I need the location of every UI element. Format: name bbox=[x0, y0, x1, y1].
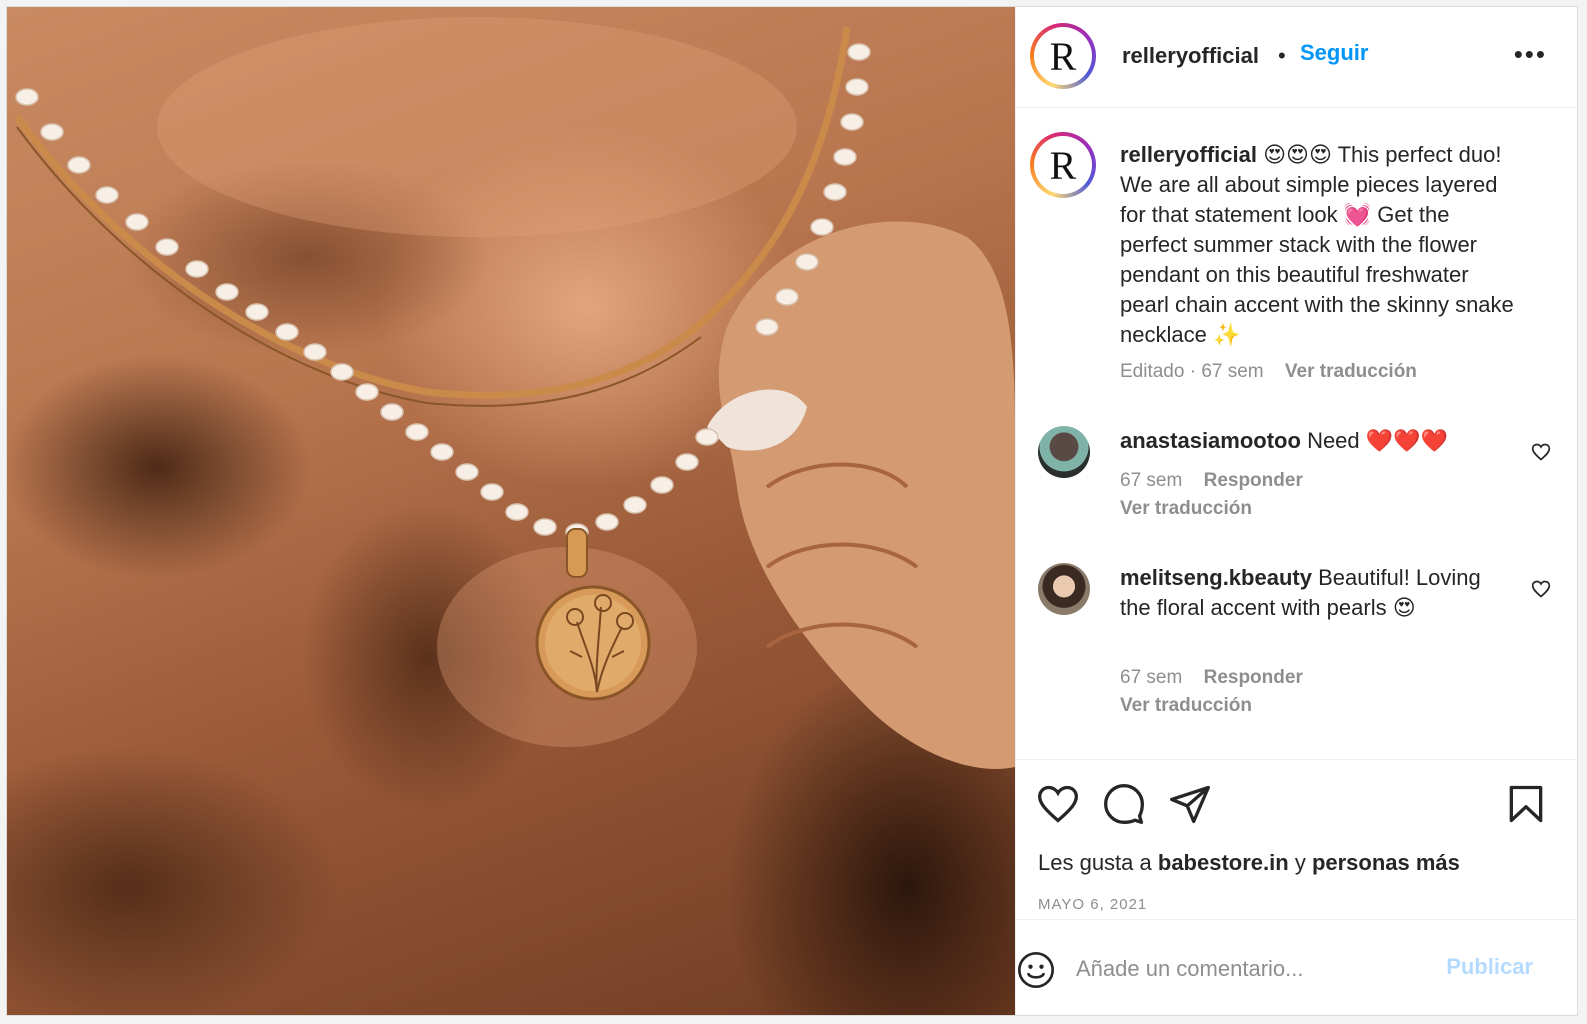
share-icon[interactable] bbox=[1168, 782, 1212, 826]
commenter-avatar[interactable] bbox=[1038, 563, 1090, 615]
follow-button[interactable]: Seguir bbox=[1300, 40, 1368, 66]
like-icon[interactable] bbox=[1036, 782, 1080, 826]
comment-like-icon[interactable] bbox=[1531, 442, 1551, 462]
publish-button[interactable]: Publicar bbox=[1446, 954, 1533, 980]
post-date[interactable]: MAYO 6, 2021 bbox=[1038, 896, 1147, 913]
caption-avatar[interactable]: R bbox=[1030, 132, 1096, 198]
comment-text-block: anastasiamootoo Need ❤️❤️❤️ bbox=[1120, 426, 1510, 456]
likes-prefix: Les gusta a bbox=[1038, 850, 1152, 875]
caption-meta: Editado · 67 sem Ver traducción bbox=[1120, 359, 1417, 385]
post-header: R relleryofficial • Seguir ••• bbox=[1016, 7, 1577, 108]
comment-translate-link[interactable]: Ver traducción bbox=[1120, 496, 1252, 522]
header-separator: • bbox=[1278, 43, 1286, 68]
liked-by-user-link[interactable]: babestore.in bbox=[1158, 850, 1289, 875]
author-username[interactable]: relleryofficial bbox=[1122, 43, 1259, 69]
post-modal: R relleryofficial • Seguir ••• R rellery… bbox=[6, 6, 1578, 1016]
post-image[interactable] bbox=[7, 7, 1015, 1015]
comment-meta: 67 sem Responder bbox=[1120, 665, 1303, 691]
caption-text-block: relleryofficial 😍😍😍 This perfect duo! We… bbox=[1120, 140, 1520, 350]
bookmark-icon[interactable] bbox=[1504, 782, 1548, 826]
likes-summary: Les gusta a babestore.in y personas más bbox=[1038, 850, 1460, 876]
necklace-illustration bbox=[14, 17, 1015, 769]
comment-meta: 67 sem Responder bbox=[1120, 468, 1303, 494]
comment-time: 67 sem bbox=[1120, 470, 1183, 491]
author-avatar[interactable]: R bbox=[1030, 23, 1096, 89]
liked-by-others-link[interactable]: personas más bbox=[1312, 850, 1460, 875]
caption-edited-time: Editado · 67 sem bbox=[1120, 361, 1264, 382]
caption-emojis: 😍😍😍 bbox=[1263, 142, 1332, 167]
comment-body: Need ❤️❤️❤️ bbox=[1307, 428, 1448, 453]
author-avatar-logo: R bbox=[1034, 27, 1092, 85]
comment-like-icon[interactable] bbox=[1531, 579, 1551, 599]
commenter-username[interactable]: melitseng.kbeauty bbox=[1120, 565, 1312, 590]
caption-translate-link[interactable]: Ver traducción bbox=[1285, 361, 1417, 382]
commenter-avatar[interactable] bbox=[1038, 426, 1090, 478]
comment-text-block: melitseng.kbeauty Beautiful! Loving the … bbox=[1120, 563, 1510, 623]
commenter-username[interactable]: anastasiamootoo bbox=[1120, 428, 1301, 453]
caption-avatar-logo: R bbox=[1034, 136, 1092, 194]
post-side-panel: R relleryofficial • Seguir ••• R rellery… bbox=[1015, 7, 1577, 1015]
likes-conjunction: y bbox=[1294, 850, 1306, 875]
reply-button[interactable]: Responder bbox=[1204, 470, 1303, 491]
comment-time: 67 sem bbox=[1120, 667, 1183, 688]
add-comment-bar: Publicar bbox=[1016, 919, 1577, 1015]
post-actions: Les gusta a babestore.in y personas más … bbox=[1016, 759, 1577, 920]
comment-input[interactable] bbox=[1074, 950, 1418, 988]
emoji-icon[interactable] bbox=[1016, 950, 1056, 990]
comments-section[interactable]: R relleryofficial 😍😍😍 This perfect duo! … bbox=[1016, 108, 1577, 758]
reply-button[interactable]: Responder bbox=[1204, 667, 1303, 688]
comment-translate-link[interactable]: Ver traducción bbox=[1120, 693, 1252, 719]
caption-body: This perfect duo! We are all about simpl… bbox=[1120, 142, 1514, 347]
comment-icon[interactable] bbox=[1102, 782, 1146, 826]
more-options-icon[interactable]: ••• bbox=[1514, 39, 1547, 70]
caption-username[interactable]: relleryofficial bbox=[1120, 142, 1257, 167]
